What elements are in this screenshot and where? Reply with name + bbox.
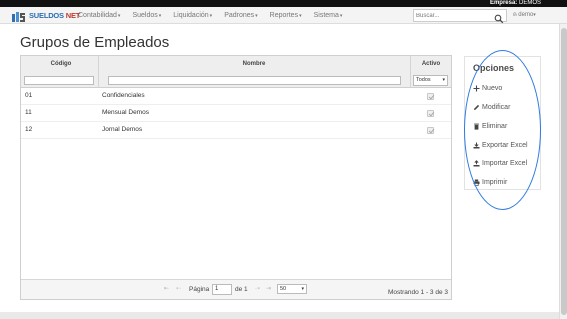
chevron-down-icon: ▾ [301,286,304,292]
menu-padrones-label: Padrones [224,12,255,19]
imprimir-label: Imprimir [482,179,508,186]
empresa-value: DEMOS [518,0,541,6]
column-header-codigo[interactable]: Código [25,61,97,67]
empresa-indicator: Empresa: DEMOS [490,0,541,7]
search-icon[interactable] [494,11,504,24]
brand-logo-link[interactable]: SUELDOS NET [12,9,80,22]
user-icon: ⍝ [513,12,517,18]
activo-checkbox [427,127,434,134]
scrollbar-thumb[interactable] [561,28,567,315]
column-header-activo[interactable]: Activo [412,61,450,67]
print-icon [473,179,480,186]
bottom-strip [0,312,559,319]
plus-icon [473,85,480,92]
table-row[interactable]: 12 Jornal Demos [21,122,451,139]
exportar-excel-label: Exportar Excel [482,142,528,149]
menu-contabilidad[interactable]: Contabilidad▾ [72,7,126,24]
empresa-label: Empresa: [489,0,518,6]
activo-checkbox [427,93,434,100]
table-row[interactable]: 01 Confidenciales [21,88,451,105]
page-label: Página [189,286,210,293]
menu-reportes[interactable]: Reportes▾ [264,7,308,24]
table-row[interactable]: 11 Mensual Demos [21,105,451,122]
top-bar: Empresa: DEMOS [0,0,567,7]
download-icon [473,142,480,149]
page-title: Grupos de Empleados [20,34,170,51]
importar-excel-button[interactable]: Importar Excel [473,158,527,169]
menu-sueldos[interactable]: Sueldos▾ [126,7,167,24]
chevron-down-icon: ▾ [158,13,162,19]
cell-nombre: Confidenciales [102,92,145,99]
menu-sistema[interactable]: Sistema▾ [308,7,349,24]
upload-icon [473,160,480,167]
eliminar-button[interactable]: Eliminar [473,121,507,132]
user-name: demo [518,12,534,18]
page-size-value: 50 [280,286,287,292]
filter-activo-select[interactable]: Todos ▾ [413,75,448,86]
chevron-down-icon: ▾ [533,12,536,18]
pager: ⇤ ⇠ Página 1 de 1 ⇢ ⇥ 50 ▾ Mostrando 1 - … [21,279,451,299]
menu-contabilidad-label: Contabilidad [78,12,117,19]
cell-codigo: 11 [25,109,32,116]
filter-codigo-input[interactable] [24,76,94,85]
opciones-panel: Opciones Nuevo Modificar Eliminar Export… [464,56,541,190]
modificar-button[interactable]: Modificar [473,102,510,113]
user-menu[interactable]: ⍝ demo▾ [513,7,536,24]
cell-codigo: 12 [25,126,33,133]
eliminar-label: Eliminar [482,123,508,130]
pencil-icon [473,104,480,111]
prev-page-icon[interactable]: ⇠ [176,285,181,292]
column-divider [410,56,411,88]
main-menu: Contabilidad▾ Sueldos▾ Liquidación▾ Padr… [72,7,348,24]
page-scrollbar[interactable] [559,24,567,319]
menu-sueldos-label: Sueldos [132,12,158,19]
chevron-down-icon: ▾ [117,13,121,19]
records-info: Mostrando 1 - 3 de 3 [388,289,448,296]
menu-liquidacion-label: Liquidación [173,12,209,19]
modificar-label: Modificar [482,104,511,111]
column-divider [98,56,99,88]
imprimir-button[interactable]: Imprimir [473,177,507,188]
page-number-input[interactable]: 1 [212,284,232,295]
chevron-down-icon: ▾ [442,77,445,83]
menu-padrones[interactable]: Padrones▾ [218,7,263,24]
chevron-down-icon: ▾ [339,13,343,19]
cell-codigo: 01 [25,92,33,99]
page-size-select[interactable]: 50 ▾ [277,284,307,294]
first-page-icon[interactable]: ⇤ [164,285,169,292]
filter-nombre-input[interactable] [108,76,401,85]
brand-logo-icon [12,10,26,22]
navbar: SUELDOS NET Contabilidad▾ Sueldos▾ Liqui… [0,7,567,24]
search-input[interactable] [416,11,490,21]
chevron-down-icon: ▾ [209,13,213,19]
cell-nombre: Mensual Demos [102,109,149,116]
next-page-icon[interactable]: ⇢ [255,285,260,292]
grupos-grid: Código Nombre Activo Todos ▾ 01 Confidenc… [20,55,452,300]
grid-header: Código Nombre Activo Todos ▾ [21,56,451,88]
menu-sistema-label: Sistema [313,12,339,19]
nuevo-label: Nuevo [482,85,503,92]
filter-activo-value: Todos [416,77,431,83]
brand-name-main: SUELDOS [29,11,64,20]
chevron-down-icon: ▾ [299,13,302,19]
menu-liquidacion[interactable]: Liquidación▾ [167,7,218,24]
trash-icon [473,123,480,130]
cell-nombre: Jornal Demos [102,126,143,133]
chevron-down-icon: ▾ [255,13,258,19]
menu-reportes-label: Reportes [269,12,299,19]
importar-excel-label: Importar Excel [482,160,528,167]
exportar-excel-button[interactable]: Exportar Excel [473,140,528,151]
opciones-title: Opciones [473,63,515,73]
column-header-nombre[interactable]: Nombre [101,61,407,67]
last-page-icon[interactable]: ⇥ [266,285,271,292]
activo-checkbox [427,110,434,117]
page-total: de 1 [235,286,248,293]
search-box [413,9,507,24]
nuevo-button[interactable]: Nuevo [473,83,502,94]
